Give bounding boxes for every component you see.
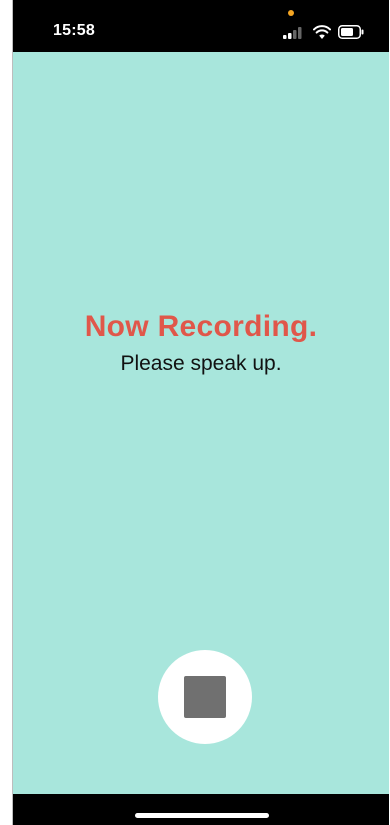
status-bar: 15:58 (13, 0, 389, 52)
status-time: 15:58 (53, 22, 95, 39)
home-bar (13, 794, 389, 825)
recording-screen: Now Recording. Please speak up. (13, 52, 389, 794)
home-indicator[interactable] (135, 813, 269, 818)
phone-frame: 15:58 Now Recording. Please speak up. (1, 0, 389, 825)
microphone-indicator-icon (288, 10, 294, 16)
recording-headline: Now Recording. (84, 310, 318, 343)
cellular-signal-icon (283, 27, 302, 39)
battery-icon (338, 25, 364, 39)
wifi-icon (313, 25, 331, 39)
stop-icon (184, 676, 226, 718)
stop-recording-button[interactable] (158, 650, 252, 744)
recording-subtext: Please speak up. (120, 352, 282, 375)
window-edge (1, 0, 13, 825)
